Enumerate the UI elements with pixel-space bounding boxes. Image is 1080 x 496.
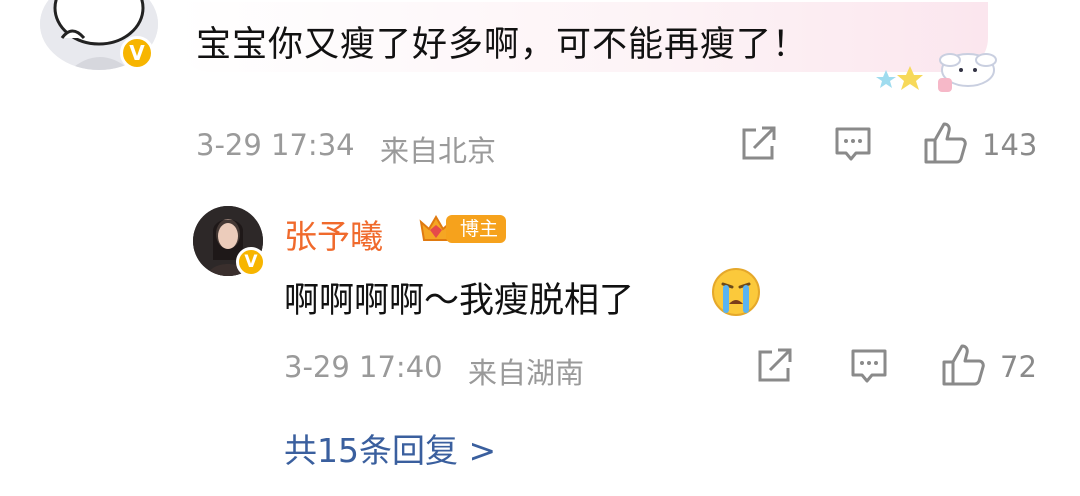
comment-like-count: 143 [982, 128, 1038, 162]
reply-timestamp: 3-29 17:40 [284, 350, 443, 384]
comment-location: 来自北京 [380, 134, 497, 168]
like-icon[interactable] [924, 122, 968, 168]
crying-face-icon [710, 266, 762, 322]
verified-badge-icon: V [236, 247, 266, 277]
comment-icon[interactable] [834, 126, 872, 166]
share-icon[interactable] [756, 348, 794, 388]
view-more-replies-link[interactable]: 共15条回复 > [284, 424, 496, 472]
comment-text: 宝宝你又瘦了好多啊，可不能再瘦了！ [196, 25, 809, 65]
reply-location: 来自湖南 [468, 356, 585, 390]
share-icon[interactable] [740, 126, 778, 166]
blogger-badge: 博主 [418, 212, 507, 246]
comment-icon[interactable] [850, 348, 888, 388]
like-icon[interactable] [942, 344, 986, 390]
verified-badge-icon: V [120, 36, 154, 70]
reply-like-count: 72 [1000, 350, 1037, 384]
blogger-badge-label: 博主 [446, 215, 507, 243]
reply-text: 啊啊啊啊～我瘦脱相了 [284, 281, 635, 321]
sticker-decoration-icon [876, 44, 1006, 104]
comment-timestamp: 3-29 17:34 [196, 128, 355, 162]
reply-author-name[interactable]: 张予曦 [284, 210, 383, 258]
